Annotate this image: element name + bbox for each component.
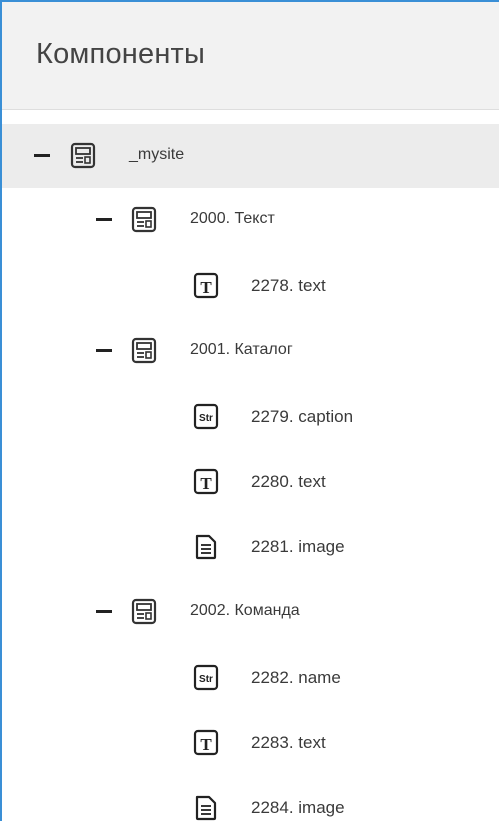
tree-leaf[interactable]: Str 2279. caption	[2, 385, 499, 449]
collapse-toggle[interactable]	[96, 349, 112, 352]
svg-text:T: T	[200, 278, 212, 297]
tree-node-label: 2001. Каталог	[190, 341, 293, 358]
tree-node-root[interactable]: _mysite	[2, 124, 499, 188]
tree-node-group[interactable]: 2001. Каталог	[2, 319, 499, 383]
tree-leaf[interactable]: 2284. image	[2, 776, 499, 840]
tree-leaf-label: 2284. image	[251, 798, 345, 817]
tree-leaf-label: 2278. text	[251, 276, 326, 295]
tree-node-label: 2000. Текст	[190, 210, 275, 227]
tree-leaf[interactable]: 2281. image	[2, 515, 499, 579]
template-icon	[131, 598, 157, 625]
string-Str-icon: Str	[193, 403, 219, 430]
svg-text:T: T	[200, 474, 212, 493]
svg-text:Str: Str	[199, 674, 213, 685]
document-icon	[195, 795, 217, 821]
tree-leaf-label: 2281. image	[251, 537, 345, 556]
template-icon	[131, 337, 157, 364]
text-T-icon: T	[193, 272, 219, 299]
tree-leaf-label: 2283. text	[251, 733, 326, 752]
tree-leaf[interactable]: T 2283. text	[2, 711, 499, 775]
svg-text:Str: Str	[199, 413, 213, 424]
template-icon	[70, 142, 96, 169]
tree-node-label: _mysite	[129, 146, 185, 163]
document-icon	[195, 534, 217, 560]
tree-node-label: 2002. Команда	[190, 602, 300, 619]
tree-node-group[interactable]: 2002. Команда	[2, 580, 499, 644]
tree-leaf[interactable]: T 2278. text	[2, 254, 499, 318]
collapse-toggle[interactable]	[96, 610, 112, 613]
collapse-toggle[interactable]	[34, 154, 50, 157]
tree-leaf[interactable]: T 2280. text	[2, 450, 499, 514]
panel-header: Компоненты	[2, 2, 499, 110]
text-T-icon: T	[193, 468, 219, 495]
panel-title: Компоненты	[36, 38, 206, 70]
svg-text:T: T	[200, 735, 212, 754]
tree-node-group[interactable]: 2000. Текст	[2, 188, 499, 252]
string-Str-icon: Str	[193, 664, 219, 691]
tree-leaf-label: 2282. name	[251, 668, 341, 687]
template-icon	[131, 206, 157, 233]
collapse-toggle[interactable]	[96, 218, 112, 221]
tree-leaf[interactable]: Str 2282. name	[2, 646, 499, 710]
components-panel: Компоненты _mysite 2000. Текст T 2278. t…	[0, 0, 499, 821]
text-T-icon: T	[193, 729, 219, 756]
tree-leaf-label: 2280. text	[251, 472, 326, 491]
tree-leaf-label: 2279. caption	[251, 407, 354, 426]
